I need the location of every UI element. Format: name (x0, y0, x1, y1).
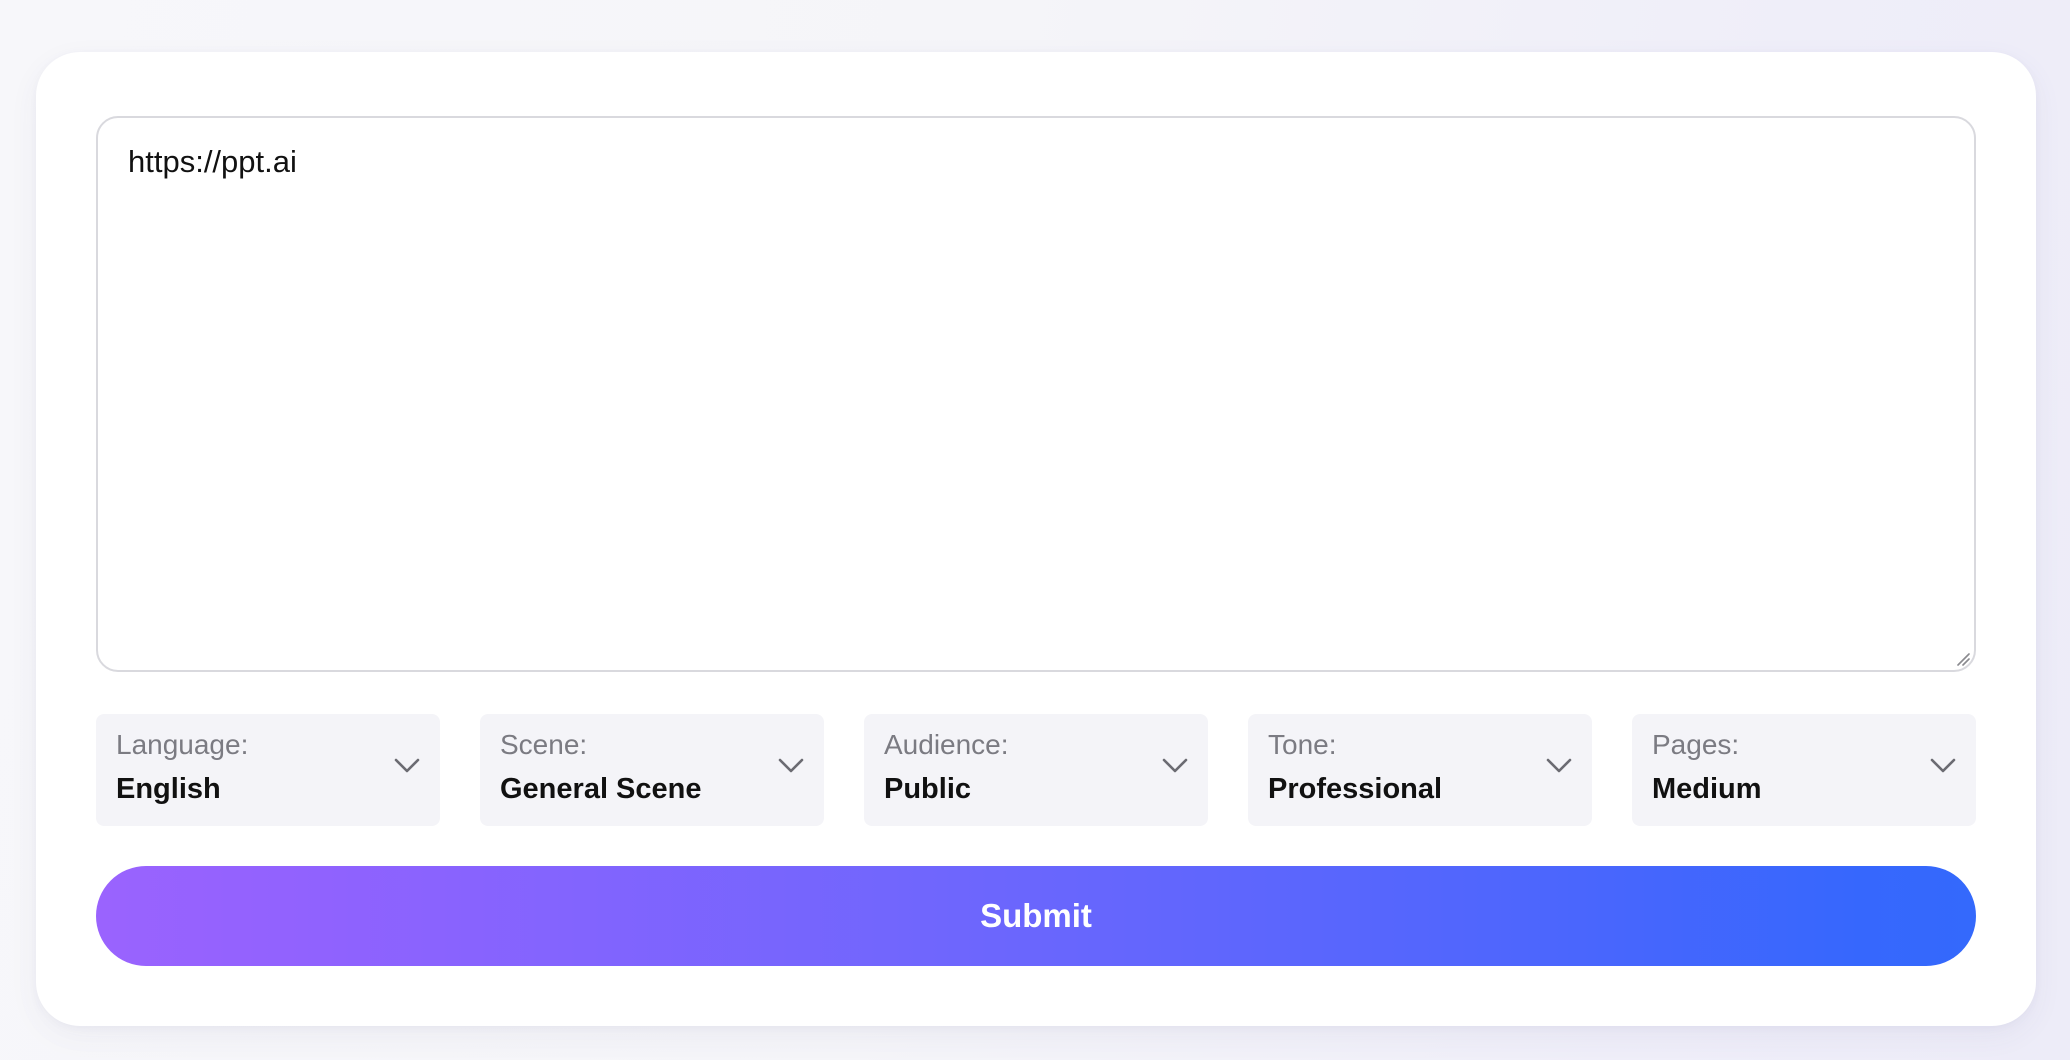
language-select-value: English (116, 773, 221, 805)
prompt-textarea-container: https://ppt.ai (96, 116, 1976, 672)
chevron-down-icon (1162, 758, 1188, 773)
scene-select[interactable]: Scene: General Scene (480, 714, 824, 826)
submit-button[interactable]: Submit (96, 866, 1976, 966)
pages-select-value: Medium (1652, 773, 1762, 805)
options-row: Language: English Scene: General Scene A… (96, 714, 1976, 826)
scene-select-label: Scene: (500, 729, 588, 760)
resize-handle-icon[interactable] (1954, 650, 1970, 666)
audience-select-value: Public (884, 773, 972, 805)
pages-select[interactable]: Pages: Medium (1632, 714, 1976, 826)
audience-select[interactable]: Audience: Public (864, 714, 1208, 826)
chevron-down-icon (1546, 758, 1572, 773)
audience-select-label: Audience: (884, 729, 1009, 760)
language-select-label: Language: (116, 729, 249, 760)
pages-select-label: Pages: (1652, 729, 1740, 760)
chevron-down-icon (1930, 758, 1956, 773)
tone-select-value: Professional (1268, 773, 1443, 805)
generator-card: https://ppt.ai Language: English Scene: … (36, 52, 2036, 1026)
prompt-textarea[interactable]: https://ppt.ai (98, 118, 1974, 670)
scene-select-value: General Scene (500, 773, 702, 805)
tone-select-label: Tone: (1268, 729, 1337, 760)
language-select[interactable]: Language: English (96, 714, 440, 826)
tone-select[interactable]: Tone: Professional (1248, 714, 1592, 826)
chevron-down-icon (778, 758, 804, 773)
chevron-down-icon (394, 758, 420, 773)
